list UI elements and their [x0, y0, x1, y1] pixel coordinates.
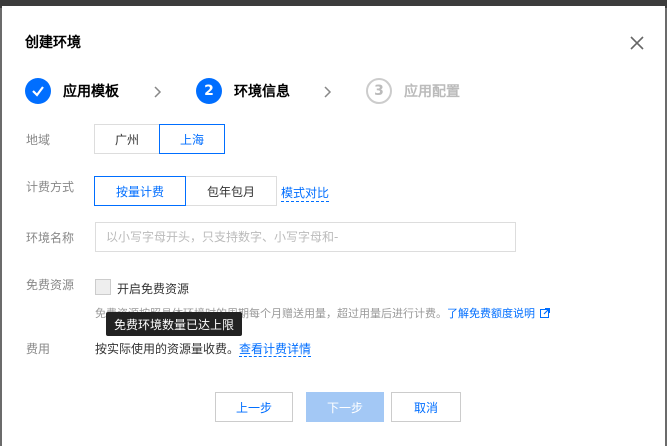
- step-number: 2: [196, 78, 222, 104]
- create-environment-dialog: 创建环境 应用模板 2 环境信息 3 应用配置 地域 广州 上海 计费方式 按量…: [2, 6, 665, 446]
- prev-step-button[interactable]: 上一步: [215, 392, 293, 422]
- fee-label: 费用: [26, 342, 51, 356]
- step-label: 环境信息: [234, 84, 290, 100]
- billing-label: 计费方式: [26, 180, 75, 194]
- step-app-template: 应用模板: [25, 78, 119, 104]
- external-link-icon[interactable]: [540, 308, 550, 318]
- mode-compare-link[interactable]: 模式对比: [281, 184, 330, 202]
- dialog-title: 创建环境: [25, 35, 81, 51]
- billing-option-pay-as-you-go[interactable]: 按量计费: [94, 176, 186, 206]
- chevron-right-icon: [324, 86, 334, 98]
- free-resource-checkbox[interactable]: [95, 279, 111, 295]
- step-label: 应用模板: [63, 84, 119, 100]
- env-name-label: 环境名称: [26, 231, 75, 245]
- billing-details-link[interactable]: 查看计费详情: [239, 342, 312, 357]
- free-resource-checkbox-label: 开启免费资源: [117, 282, 190, 296]
- next-step-button[interactable]: 下一步: [306, 392, 384, 422]
- region-option-guangzhou[interactable]: 广州: [94, 124, 160, 154]
- check-icon: [25, 78, 51, 104]
- free-quota-link[interactable]: 了解免费额度说明: [447, 307, 535, 320]
- fee-description: 按实际使用的资源量收费。查看计费详情: [95, 340, 312, 357]
- step-number: 3: [366, 78, 392, 104]
- billing-option-monthly[interactable]: 包年包月: [185, 176, 277, 206]
- env-name-input[interactable]: [95, 222, 516, 252]
- free-resource-label: 免费资源: [26, 278, 75, 292]
- step-label: 应用配置: [404, 84, 460, 100]
- fee-text: 按实际使用的资源量收费。: [95, 342, 240, 356]
- step-app-config: 3 应用配置: [366, 78, 460, 104]
- cancel-button[interactable]: 取消: [391, 392, 461, 422]
- billing-selector: 按量计费 包年包月: [94, 176, 277, 206]
- free-env-limit-tooltip: 免费环境数量已达上限: [106, 312, 243, 336]
- region-selector: 广州 上海: [94, 124, 225, 154]
- close-icon[interactable]: [627, 33, 647, 53]
- step-env-info: 2 环境信息: [196, 78, 290, 104]
- region-label: 地域: [26, 133, 51, 147]
- chevron-right-icon: [154, 86, 164, 98]
- region-option-shanghai[interactable]: 上海: [159, 124, 225, 154]
